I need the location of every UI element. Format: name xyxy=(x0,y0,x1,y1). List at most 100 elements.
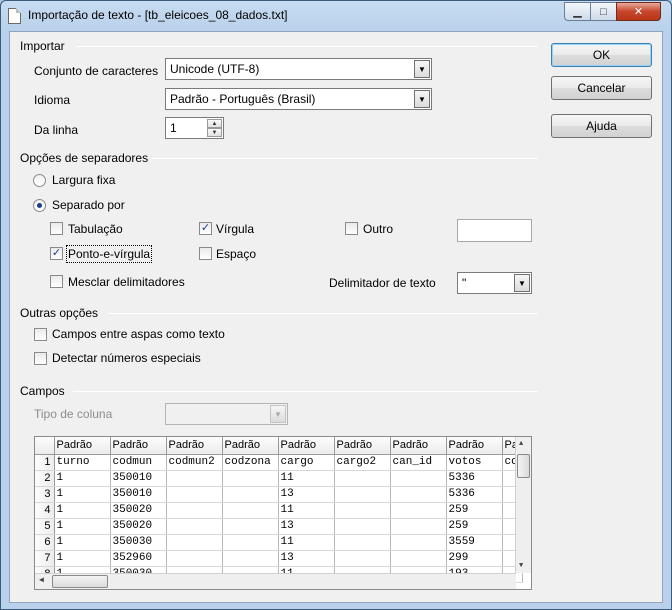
other-label[interactable]: Outro xyxy=(363,222,393,236)
grid-cell xyxy=(334,502,391,519)
column-type-dropdown[interactable]: ▼ xyxy=(165,403,288,425)
section-import-label: Importar xyxy=(20,39,65,53)
column-header[interactable]: Padrão xyxy=(390,437,447,455)
space-checkbox[interactable] xyxy=(199,247,212,260)
grid-cell: 1 xyxy=(54,518,111,535)
grid-cell xyxy=(222,502,279,519)
row-number: 4 xyxy=(35,502,55,519)
grid-cell: 13 xyxy=(278,486,335,503)
language-dropdown[interactable]: Padrão - Português (Brasil) ▼ xyxy=(165,88,432,110)
grid-cell: cargo2 xyxy=(334,454,391,471)
grid-cell xyxy=(166,534,223,551)
from-line-value: 1 xyxy=(170,121,177,135)
window-title: Importação de texto - [tb_eleicoes_08_da… xyxy=(28,8,288,22)
minimize-button[interactable]: ▁ xyxy=(564,2,591,21)
tab-label[interactable]: Tabulação xyxy=(68,222,123,236)
charset-value: Unicode (UTF-8) xyxy=(170,62,260,76)
import-text-dialog: Importação de texto - [tb_eleicoes_08_da… xyxy=(0,0,672,610)
detect-special-numbers-checkbox[interactable] xyxy=(34,352,47,365)
title-bar[interactable]: Importação de texto - [tb_eleicoes_08_da… xyxy=(1,1,671,31)
scroll-up-icon[interactable]: ▲ xyxy=(519,440,523,448)
tab-checkbox[interactable] xyxy=(50,222,63,235)
fields-preview-grid[interactable]: Padrão Padrão Padrão Padrão Padrão Padrão Padr… xyxy=(34,436,532,590)
grid-cell xyxy=(222,518,279,535)
text-delimiter-dropdown[interactable]: " ▼ xyxy=(457,272,532,294)
charset-label: Conjunto de caracteres xyxy=(34,64,159,78)
cancel-button[interactable]: Cancelar xyxy=(551,76,652,100)
grid-cell xyxy=(222,470,279,487)
vertical-scroll-thumb[interactable] xyxy=(517,454,530,478)
separated-by-label[interactable]: Separado por xyxy=(52,198,125,212)
grid-cell xyxy=(390,502,447,519)
row-number: 6 xyxy=(35,534,55,551)
grid-cell: 259 xyxy=(446,518,503,535)
grid-cell: 1 xyxy=(54,534,111,551)
merge-delimiters-label[interactable]: Mesclar delimitadores xyxy=(68,275,185,289)
detect-special-numbers-label[interactable]: Detectar números especiais xyxy=(52,351,201,365)
space-label[interactable]: Espaço xyxy=(216,247,256,261)
merge-delimiters-checkbox[interactable] xyxy=(50,275,63,288)
quoted-as-text-checkbox[interactable] xyxy=(34,328,47,341)
grid-cell xyxy=(334,470,391,487)
dialog-client-area: Importar Conjunto de caracteres Unicode … xyxy=(9,31,663,603)
chevron-down-icon[interactable]: ▼ xyxy=(514,274,530,292)
scroll-down-icon[interactable]: ▼ xyxy=(519,562,523,570)
spin-up-icon[interactable]: ▲ xyxy=(207,119,222,128)
section-divider xyxy=(73,391,538,392)
spin-down-icon[interactable]: ▼ xyxy=(207,128,222,137)
grid-cell: 11 xyxy=(278,502,335,519)
column-header[interactable]: Padrão xyxy=(54,437,111,455)
fixed-width-radio[interactable] xyxy=(33,174,46,187)
semicolon-checkbox[interactable]: ✓ xyxy=(50,247,63,260)
grid-cell: 13 xyxy=(278,518,335,535)
from-line-spinner[interactable]: 1 ▲ ▼ xyxy=(165,117,224,139)
column-header[interactable]: Padrão xyxy=(446,437,503,455)
table-row: 2 1 350010 11 5336 xyxy=(35,470,523,487)
comma-checkbox[interactable]: ✓ xyxy=(199,222,212,235)
table-row: 1 turno codmun codmun2 codzona cargo cargo2 can… xyxy=(35,454,523,471)
help-button[interactable]: Ajuda xyxy=(551,114,652,138)
grid-cell xyxy=(166,486,223,503)
grid-cell xyxy=(222,534,279,551)
document-icon xyxy=(8,8,21,24)
scroll-left-icon[interactable]: ◀ xyxy=(39,575,44,585)
close-button[interactable]: ✕ xyxy=(616,2,661,21)
row-number: 2 xyxy=(35,470,55,487)
grid-cell xyxy=(390,486,447,503)
charset-dropdown[interactable]: Unicode (UTF-8) ▼ xyxy=(165,58,432,80)
section-separators-label: Opções de separadores xyxy=(20,151,149,165)
comma-label[interactable]: Vírgula xyxy=(216,222,254,236)
column-header[interactable]: Padrão xyxy=(334,437,391,455)
grid-cell: codzona xyxy=(222,454,279,471)
semicolon-label[interactable]: Ponto-e-vírgula xyxy=(65,245,153,263)
grid-cell: 352960 xyxy=(110,550,167,567)
horizontal-scrollbar[interactable]: ◀ xyxy=(35,573,516,589)
grid-cell xyxy=(390,518,447,535)
column-header[interactable]: Padrão xyxy=(222,437,279,455)
separated-by-radio[interactable] xyxy=(33,199,46,212)
ok-button[interactable]: OK xyxy=(551,43,652,67)
grid-cell: codmun2 xyxy=(166,454,223,471)
column-header[interactable]: Padrão xyxy=(278,437,335,455)
vertical-scrollbar[interactable]: ▲ ▼ xyxy=(515,437,531,573)
other-separator-input[interactable] xyxy=(457,219,532,242)
table-row: 5 1 350020 13 259 xyxy=(35,518,523,535)
grid-cell: 5336 xyxy=(446,486,503,503)
grid-cell xyxy=(334,550,391,567)
column-header[interactable]: Padrão xyxy=(110,437,167,455)
other-checkbox[interactable] xyxy=(345,222,358,235)
chevron-down-icon[interactable]: ▼ xyxy=(414,60,430,78)
fixed-width-label[interactable]: Largura fixa xyxy=(52,173,115,187)
quoted-as-text-label[interactable]: Campos entre aspas como texto xyxy=(52,327,225,341)
horizontal-scroll-thumb[interactable] xyxy=(52,575,108,588)
grid-cell xyxy=(166,502,223,519)
language-value: Padrão - Português (Brasil) xyxy=(170,92,316,106)
table-row: 3 1 350010 13 5336 xyxy=(35,486,523,503)
chevron-down-icon[interactable]: ▼ xyxy=(414,90,430,108)
grid-cell xyxy=(166,550,223,567)
grid-cell xyxy=(334,534,391,551)
maximize-button[interactable]: □ xyxy=(590,2,617,21)
grid-cell: 350020 xyxy=(110,502,167,519)
column-header[interactable]: Padrão xyxy=(166,437,223,455)
chevron-down-icon[interactable]: ▼ xyxy=(270,405,286,423)
